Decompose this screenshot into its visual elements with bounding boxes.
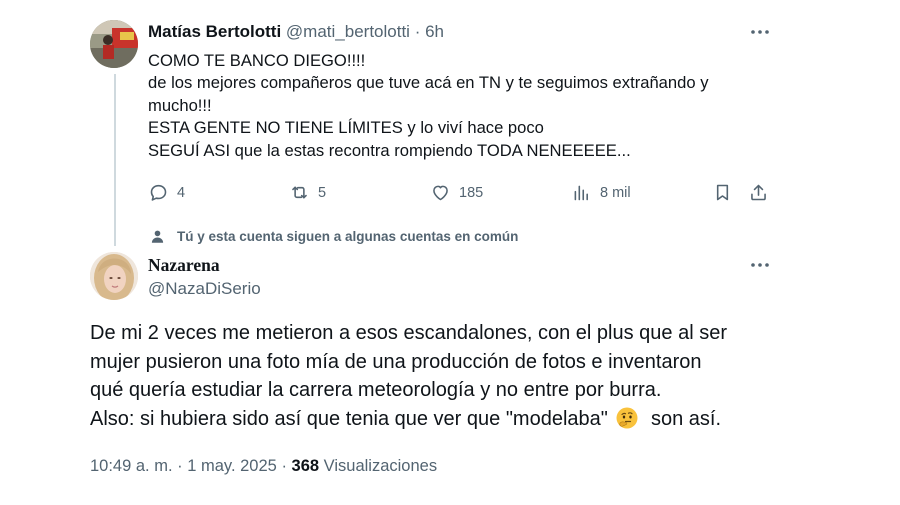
post-line-text-end: son así. [651, 407, 722, 430]
post-line: Also: si hubiera sido así que tenia que … [90, 405, 790, 434]
avatar-photo [90, 252, 138, 300]
bookmark-icon [716, 184, 729, 201]
author-handle[interactable]: @mati_bertolotti [286, 22, 410, 41]
avatar[interactable] [90, 20, 138, 68]
reply-header: Matías Bertolotti @mati_bertolotti · 6h [148, 22, 444, 42]
person-icon [151, 230, 164, 243]
post-date[interactable]: 1 may. 2025 [187, 457, 277, 475]
post-line: qué quería estudiar la carrera meteorolo… [90, 379, 662, 402]
avatar-photo [90, 20, 138, 68]
post-time[interactable]: 10:49 a. m. [90, 457, 173, 475]
reply-line: mucho!!! [148, 95, 212, 115]
reply-line: COMO TE BANCO DIEGO!!!! [148, 51, 366, 70]
more-icon[interactable] [748, 253, 772, 277]
share-icon [751, 184, 766, 201]
avatar[interactable] [90, 252, 138, 300]
views-icon [574, 185, 588, 201]
like-button[interactable]: 185 [430, 182, 483, 203]
post-text: De mi 2 veces me metieron a esos escanda… [90, 319, 790, 433]
post-line-text: Also: si hubiera sido así que tenia que … [90, 407, 608, 430]
more-icon[interactable] [748, 20, 772, 44]
reply-line: ESTA GENTE NO TIENE LÍMITES y lo viví ha… [148, 118, 544, 138]
post-line: De mi 2 veces me metieron a esos escanda… [90, 322, 728, 344]
repost-icon [292, 186, 307, 199]
social-context-text: Tú y esta cuenta siguen a algunas cuenta… [177, 229, 519, 244]
social-context: Tú y esta cuenta siguen a algunas cuenta… [150, 229, 518, 244]
like-icon [433, 185, 448, 201]
action-bar: 4 5 185 8 mil [148, 182, 773, 208]
repost-button[interactable]: 5 [289, 182, 326, 203]
reply-button[interactable]: 4 [148, 182, 185, 203]
meta-separator: · [281, 457, 287, 475]
views-button[interactable]: 8 mil [571, 182, 631, 203]
author-name[interactable]: Nazarena [148, 255, 220, 276]
thinking-face-emoji [616, 407, 638, 429]
reply-text: COMO TE BANCO DIEGO!!!! de los mejores c… [148, 50, 788, 162]
share-button[interactable] [748, 182, 769, 203]
reply-line: SEGUÍ ASI que la estas recontra rompiend… [148, 140, 631, 160]
views-label: Visualizaciones [323, 457, 438, 475]
author-handle[interactable]: @NazaDiSerio [148, 279, 261, 299]
reply-count: 4 [177, 184, 186, 201]
post-line: mujer pusieron una foto mía de una produ… [90, 350, 702, 373]
post-time[interactable]: 6h [425, 22, 444, 41]
like-count: 185 [459, 184, 484, 201]
repost-count: 5 [318, 184, 327, 201]
views-count: 368 [291, 457, 320, 475]
author-name[interactable]: Matías Bertolotti [148, 22, 281, 41]
views-count: 8 mil [600, 184, 631, 201]
reply-icon [150, 184, 167, 201]
reply-line: de los mejores compañeros que tuve acá e… [148, 73, 709, 93]
bookmark-button[interactable] [712, 182, 733, 203]
thread-line [114, 74, 116, 246]
post-meta: 10:49 a. m. · 1 may. 2025 · 368 Visualiz… [90, 457, 437, 476]
meta-separator: · [177, 457, 183, 475]
header-separator: · [414, 22, 421, 41]
